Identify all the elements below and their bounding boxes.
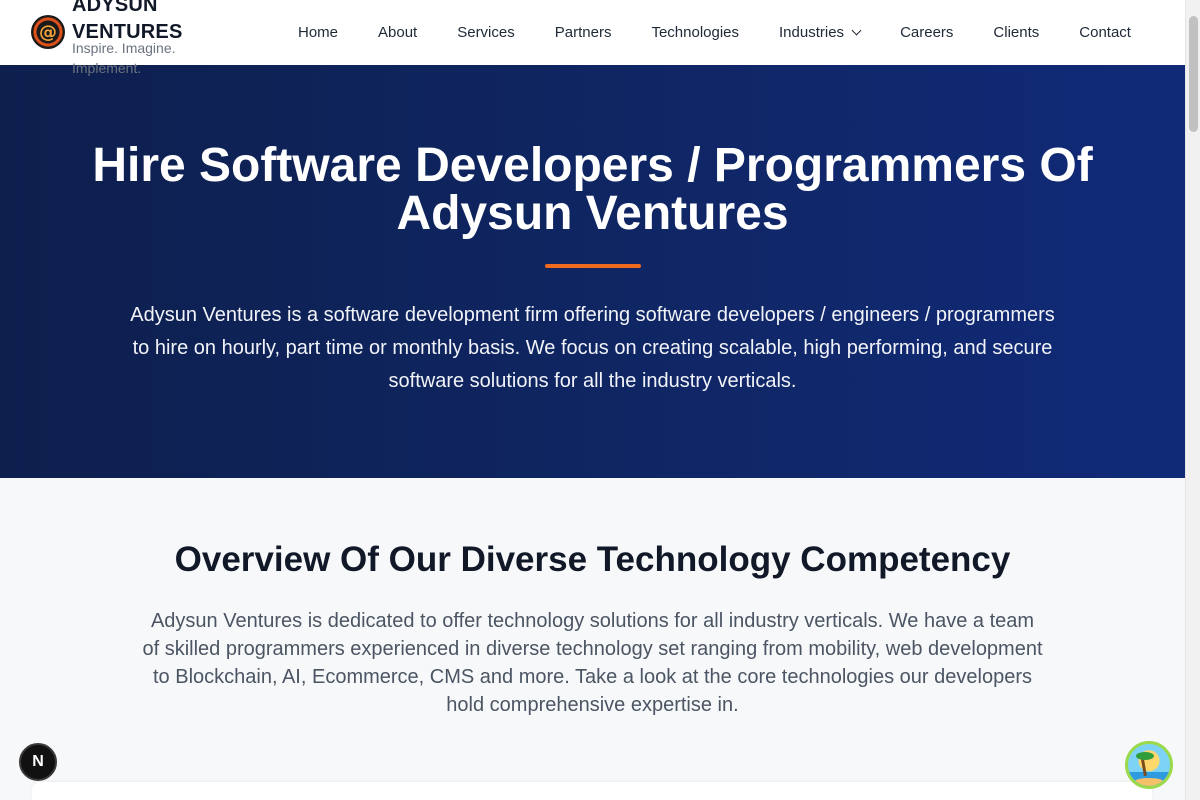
hero-title: Hire Software Developers / Programmers O… [92,139,1093,240]
at-sign-logo-icon[interactable]: @ [31,15,65,49]
hero-divider [545,264,641,268]
nav-about[interactable]: About [358,0,437,65]
page-scrollbar[interactable] [1185,0,1200,800]
brand-tagline: Inspire. Imagine. Implement. [72,40,176,76]
nav-clients[interactable]: Clients [973,0,1059,65]
technology-card [32,782,1152,800]
nav-contact[interactable]: Contact [1059,0,1151,65]
nav-partners[interactable]: Partners [535,0,632,65]
overview-description: Adysun Ventures is dedicated to offer te… [142,610,1043,716]
main-nav: Home About Services Partners Technologie… [278,0,1151,65]
chevron-down-icon [851,25,862,36]
nav-industries[interactable]: Industries [759,0,880,65]
scrollbar-thumb[interactable] [1189,16,1198,132]
site-header: @ ADYSUN VENTURES Inspire. Imagine. Impl… [0,0,1185,76]
dev-tools-badge[interactable]: N [19,743,57,781]
nav-technologies[interactable]: Technologies [631,0,759,65]
hero-section: Hire Software Developers / Programmers O… [0,65,1185,478]
beach-chat-icon[interactable] [1125,741,1173,789]
hero-description: Adysun Ventures is a software developmen… [130,304,1055,392]
overview-title: Overview Of Our Diverse Technology Compe… [174,540,1011,579]
nav-services[interactable]: Services [437,0,535,65]
nav-home[interactable]: Home [278,0,358,65]
nav-careers[interactable]: Careers [880,0,973,65]
